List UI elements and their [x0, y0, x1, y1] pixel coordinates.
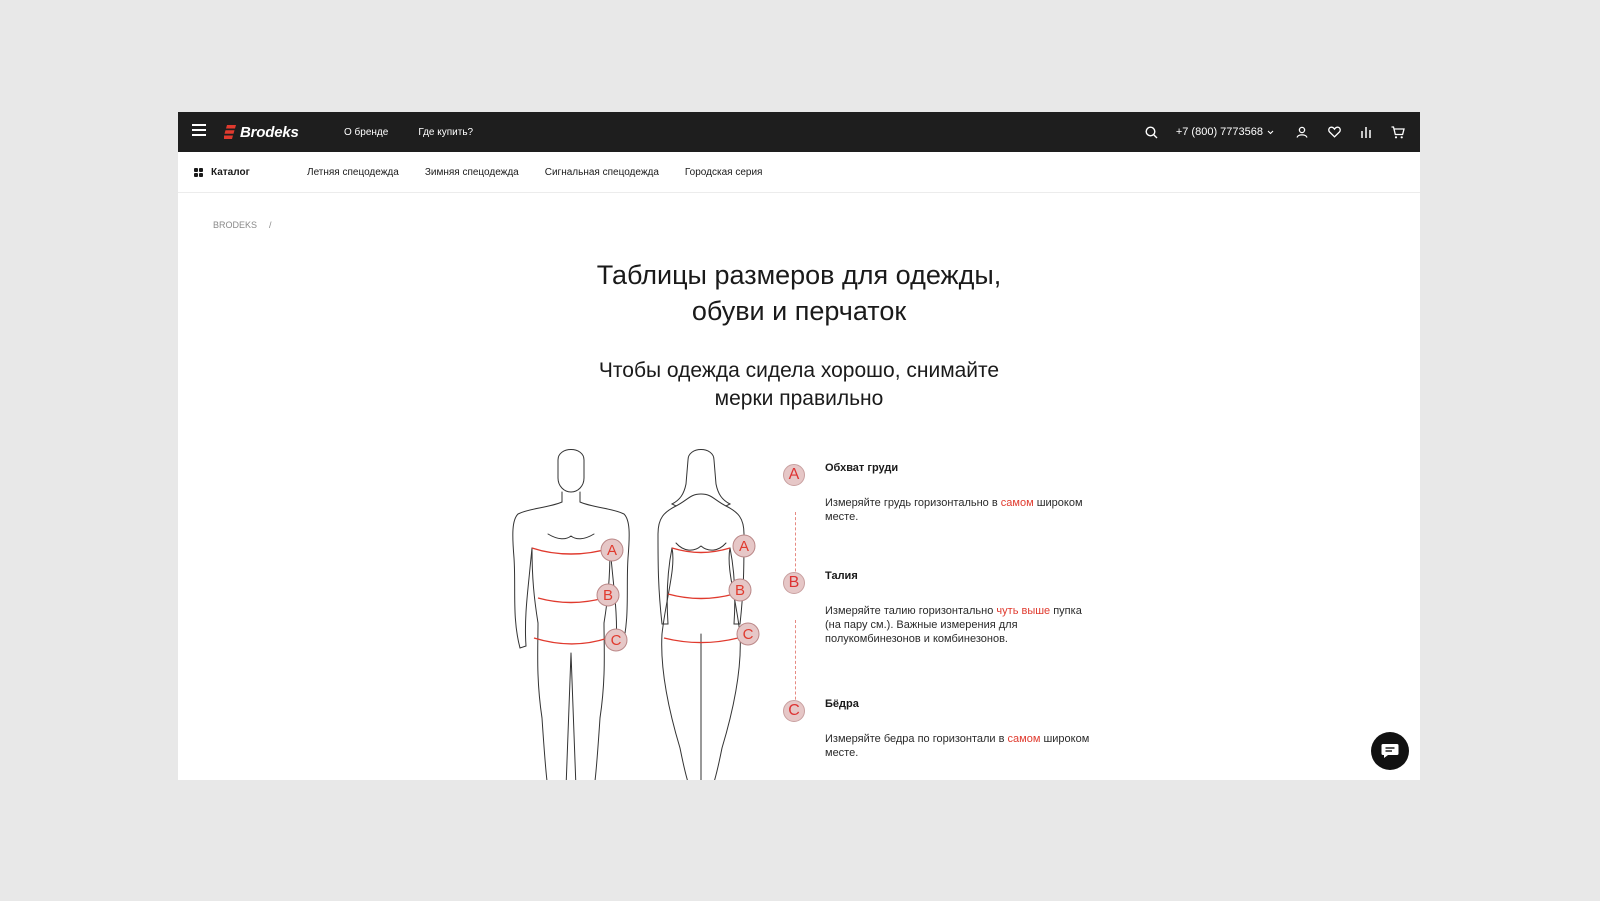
description-highlight: чуть выше [996, 605, 1051, 617]
brand-logo[interactable]: Brodeks [224, 122, 299, 142]
catalog-label: Каталог [211, 166, 250, 178]
catalog-bar: Каталог Летняя спецодежда Зимняя спецоде… [178, 152, 1420, 193]
description-text: Измеряйте талию горизонтально [825, 605, 997, 617]
top-header: Brodeks О бренде Где купить? +7 (800) 77… [178, 112, 1420, 152]
measurement-title: Обхват груди [825, 462, 899, 474]
measurement-description: Измеряйте талию горизонтально чуть выше … [825, 604, 1095, 646]
page-subtitle: Чтобы одежда сидела хорошо, снимайте мер… [178, 357, 1420, 413]
phone-dropdown[interactable]: +7 (800) 7773568 [1176, 126, 1274, 138]
header-actions: +7 (800) 7773568 [1144, 112, 1406, 152]
browser-page: Brodeks О бренде Где купить? +7 (800) 77… [178, 112, 1420, 780]
description-highlight: самом [1007, 733, 1041, 745]
phone-number: +7 (800) 7773568 [1175, 126, 1263, 138]
logo-mark-icon [224, 125, 236, 139]
page-title-line1: Таблицы размеров для одежды, [596, 260, 1002, 290]
breadcrumb-home[interactable]: BRODEKS [213, 220, 257, 230]
page-title: Таблицы размеров для одежды, обуви и пер… [178, 257, 1420, 329]
grid-icon [194, 167, 203, 177]
measurement-description: Измеряйте грудь горизонтально в самом ши… [825, 496, 1095, 524]
menu-icon[interactable] [192, 124, 206, 138]
measurement-title: Бёдра [825, 698, 859, 710]
category-signal[interactable]: Сигнальная спецодежда [545, 167, 659, 178]
description-text: Измеряйте бедра по горизонтали в [825, 733, 1008, 745]
figure-letter-b: B [735, 582, 745, 599]
description-highlight: самом [1000, 497, 1034, 509]
catalog-button[interactable]: Каталог [194, 167, 291, 178]
figure-letter-c: C [743, 626, 754, 643]
top-nav: О бренде Где купить? [344, 112, 473, 152]
page-title-line2: обуви и перчаток [691, 296, 907, 326]
measurement-badge: B [783, 572, 805, 594]
nav-where-to-buy[interactable]: Где купить? [418, 127, 473, 138]
figure-letter-c: C [611, 632, 622, 649]
measurement-description: Измеряйте бедра по горизонтали в самом ш… [825, 732, 1095, 760]
figure-letter-b: B [603, 587, 613, 604]
description-text: Измеряйте грудь горизонтально в [825, 497, 1001, 509]
category-summer[interactable]: Летняя спецодежда [307, 167, 399, 178]
body-measurement-figure: A B C A B C [512, 449, 760, 780]
brand-name: Brodeks [240, 123, 299, 141]
breadcrumb-separator: / [269, 220, 272, 230]
heart-icon[interactable] [1326, 124, 1342, 140]
figure-letter-a: A [607, 542, 617, 559]
measurement-badge: A [783, 464, 805, 486]
page-subtitle-line1: Чтобы одежда сидела хорошо, снимайте [598, 359, 1000, 382]
category-winter[interactable]: Зимняя спецодежда [425, 167, 519, 178]
chat-icon [1381, 744, 1399, 758]
measurement-badge: C [783, 700, 805, 722]
chat-button[interactable] [1371, 732, 1409, 770]
cart-icon[interactable] [1390, 124, 1406, 140]
nav-about-brand[interactable]: О бренде [344, 127, 388, 138]
measurement-title: Талия [825, 570, 858, 582]
figure-letter-a: A [739, 538, 749, 555]
category-links: Летняя спецодежда Зимняя спецодежда Сигн… [307, 167, 762, 178]
chevron-down-icon [1267, 130, 1274, 134]
compare-icon[interactable] [1358, 124, 1374, 140]
search-icon[interactable] [1144, 124, 1160, 140]
page-subtitle-line2: мерки правильно [714, 387, 884, 410]
user-icon[interactable] [1294, 124, 1310, 140]
breadcrumb: BRODEKS / [213, 220, 272, 230]
category-city[interactable]: Городская серия [685, 167, 763, 178]
